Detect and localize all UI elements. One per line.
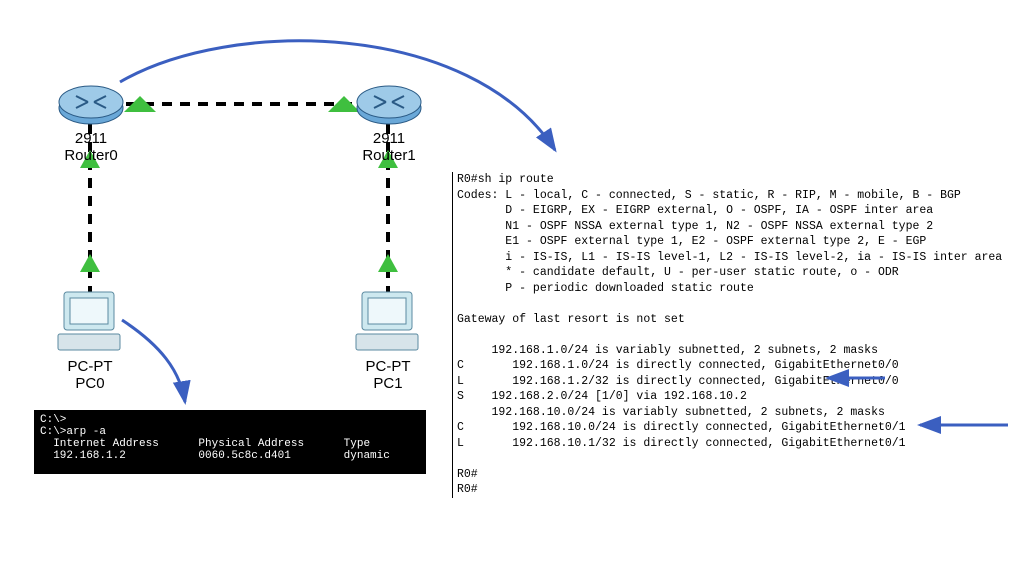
pc-icon — [54, 288, 126, 356]
router1-node[interactable]: 2911Router1 — [354, 78, 424, 165]
router0-cli: R0#sh ip route Codes: L - local, C - con… — [452, 172, 1017, 498]
router0-name: Router0 — [64, 147, 117, 164]
pc1-node[interactable]: PC-PTPC1 — [352, 288, 424, 393]
pc1-name: PC1 — [373, 375, 402, 392]
pc0-terminal: C:\> C:\>arp -a Internet Address Physica… — [34, 410, 426, 474]
router1-name: Router1 — [362, 147, 415, 164]
router0-model: 2911 — [75, 130, 107, 147]
pc0-name: PC0 — [75, 375, 104, 392]
pc0-type: PC-PT — [68, 358, 113, 375]
router-icon — [354, 78, 424, 128]
pc1-type: PC-PT — [366, 358, 411, 375]
pc0-node[interactable]: PC-PTPC0 — [54, 288, 126, 393]
router-icon — [56, 78, 126, 128]
router0-node[interactable]: 2911Router0 — [56, 78, 126, 165]
router1-model: 2911 — [373, 130, 405, 147]
pc-icon — [352, 288, 424, 356]
